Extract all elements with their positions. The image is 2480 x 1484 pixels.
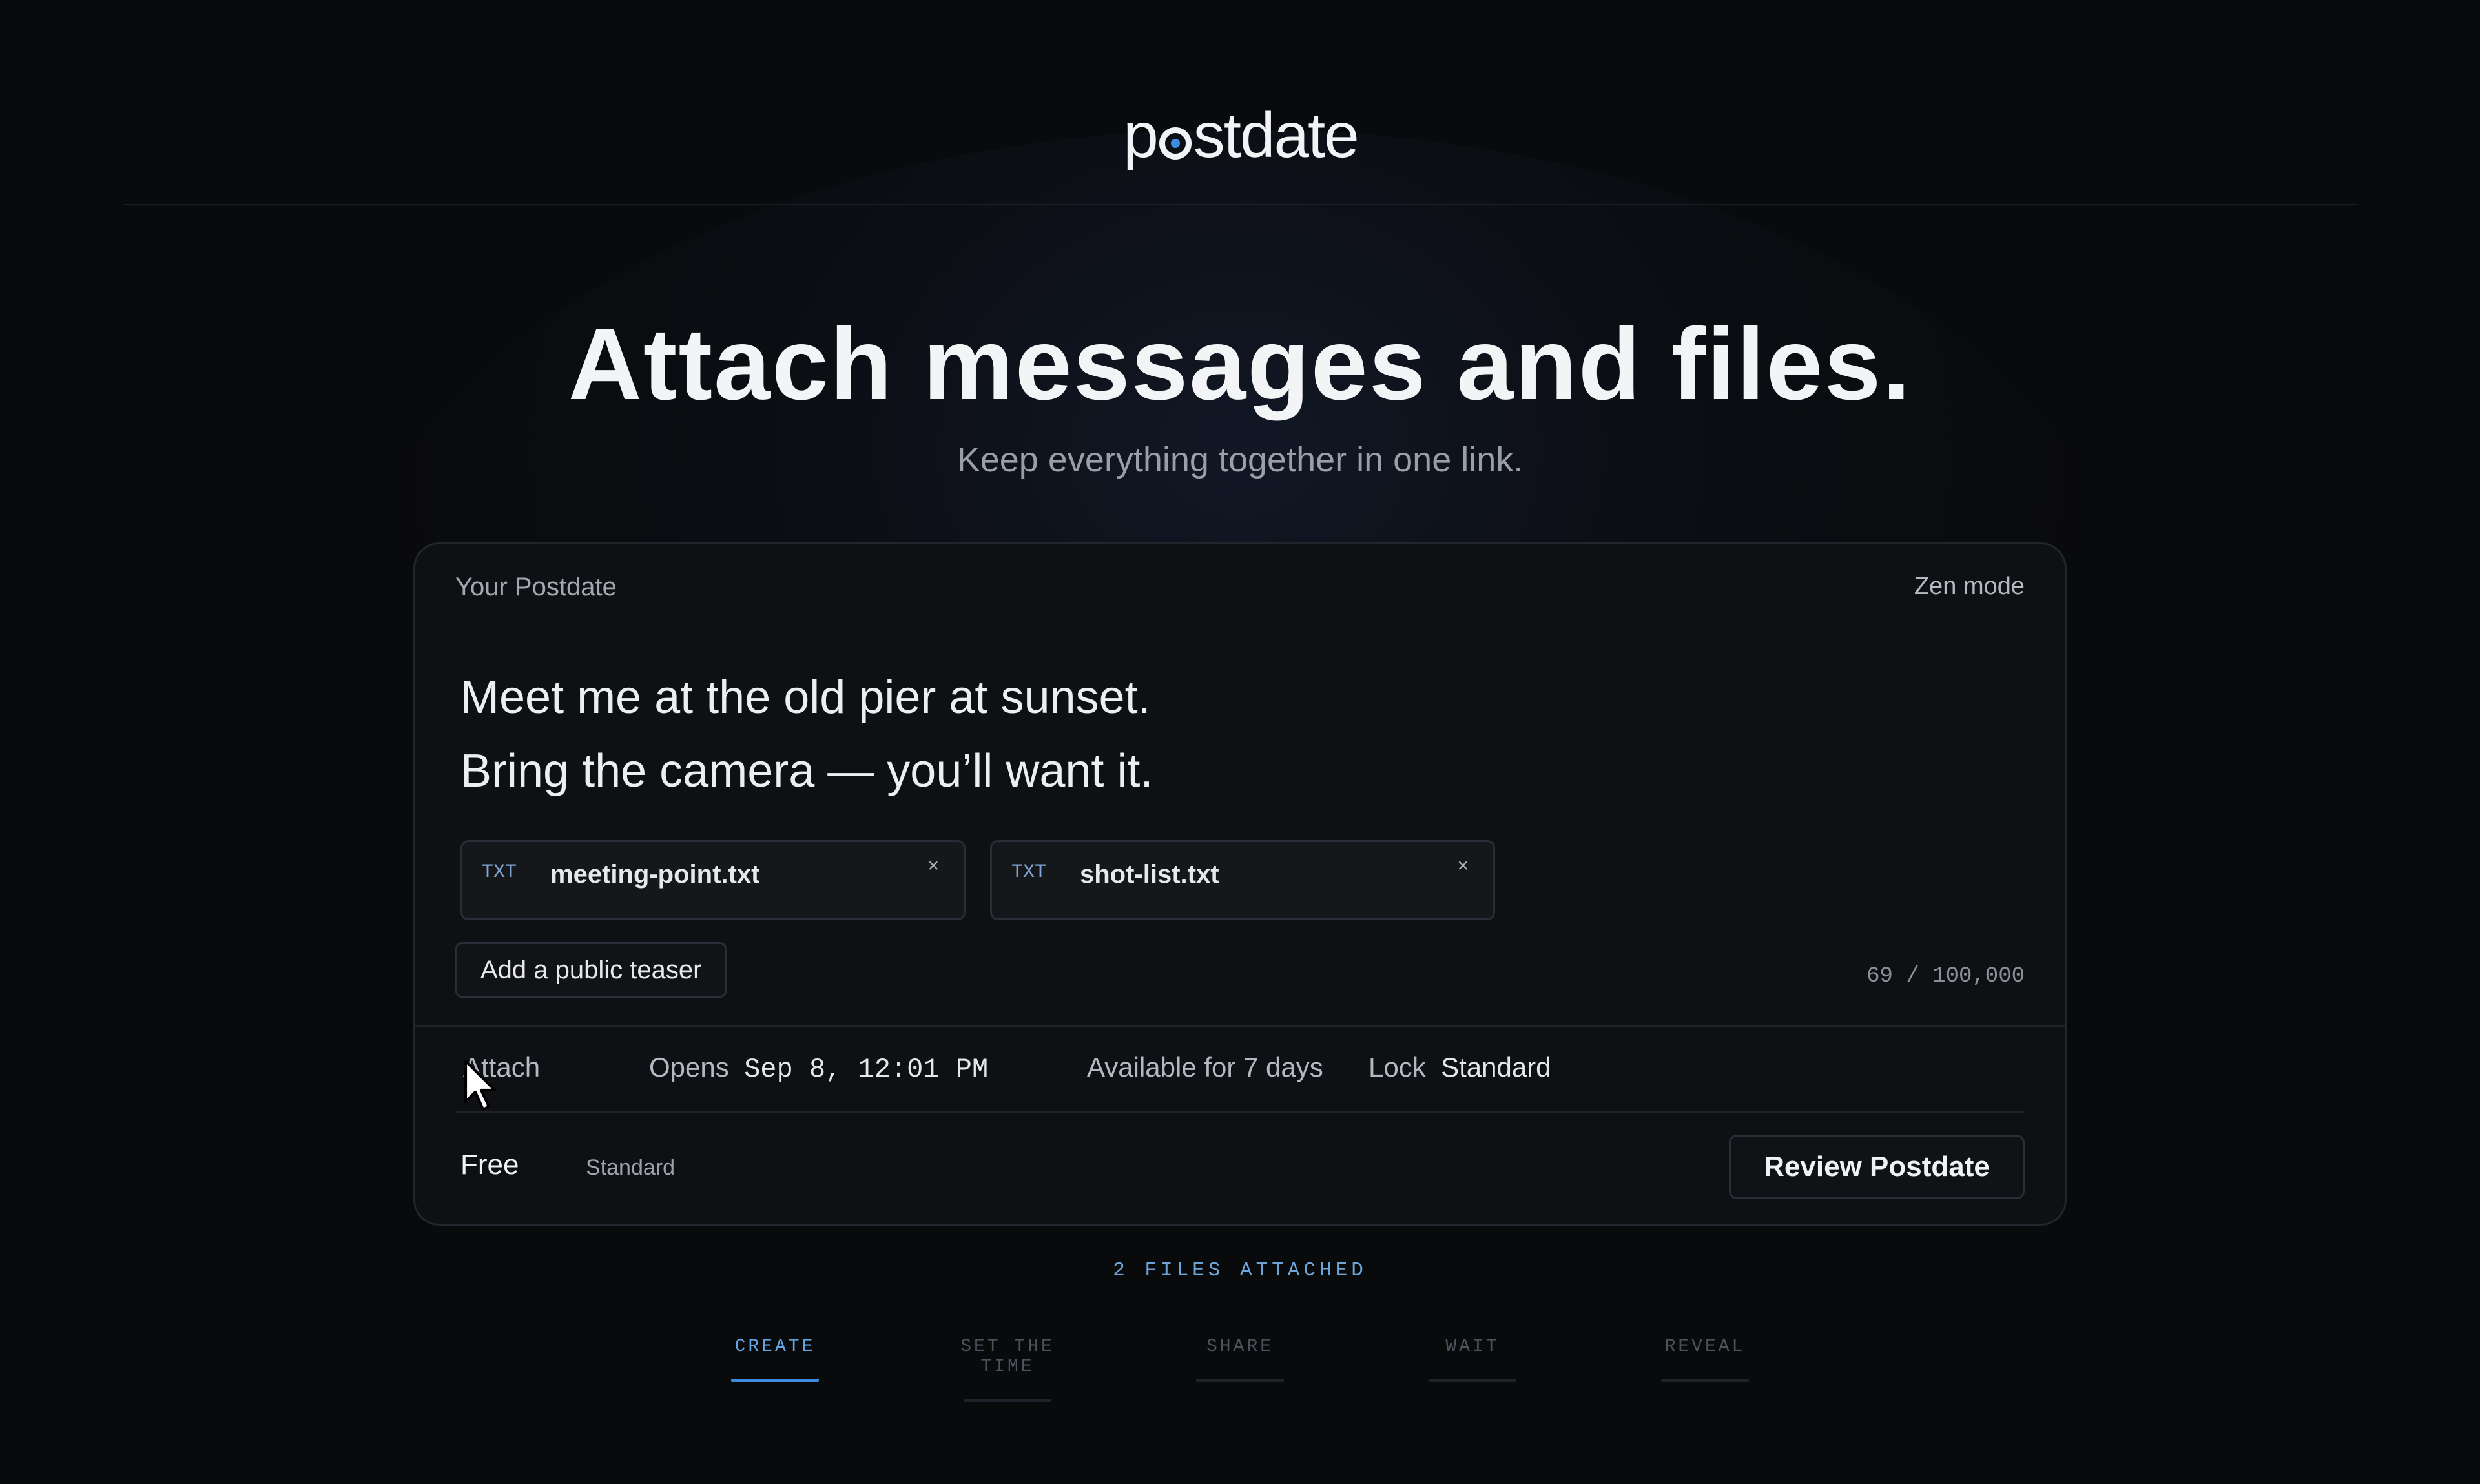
page-title: Attach messages and files. (568, 307, 1912, 421)
attached-file-chip[interactable]: TXT meeting-point.txt × (460, 840, 966, 920)
message-editor[interactable]: Meet me at the old pier at sunset. Bring… (460, 661, 1153, 808)
step-indicator (1196, 1379, 1284, 1382)
add-public-teaser-button[interactable]: Add a public teaser (455, 942, 727, 998)
progress-steps: CREATE SET THE TIME SHARE WAIT REVEAL (0, 1337, 2480, 1402)
remove-file-close-icon[interactable]: × (1457, 855, 1469, 877)
card-footer: Free Standard Review Postdate (455, 1126, 2025, 1203)
message-line: Meet me at the old pier at sunset. (460, 672, 1151, 723)
mouse-pointer-icon (464, 1059, 497, 1111)
message-line: Bring the camera — you’ll want it. (460, 745, 1153, 797)
file-name: meeting-point.txt (550, 860, 760, 889)
divider (415, 1025, 2065, 1027)
step-label: CREATE (734, 1337, 816, 1357)
postdate-composer-card: Your Postdate Zen mode Meet me at the ol… (413, 542, 2067, 1226)
step-label: SHARE (1206, 1337, 1274, 1357)
step-indicator (1429, 1379, 1516, 1382)
step-create[interactable]: CREATE (698, 1337, 852, 1382)
step-wait[interactable]: WAIT (1395, 1337, 1550, 1382)
lock-value: Standard (1441, 1052, 1551, 1082)
logo-suffix: stdate (1193, 99, 1359, 170)
step-share[interactable]: SHARE (1162, 1337, 1318, 1382)
opens-time-picker[interactable]: Opens Sep 8, 12:01 PM (649, 1052, 988, 1085)
zen-mode-button[interactable]: Zen mode (1914, 573, 2025, 601)
card-label: Your Postdate (455, 573, 617, 601)
step-reveal[interactable]: REVEAL (1628, 1337, 1782, 1382)
plan-name: Free (460, 1149, 519, 1180)
logo-prefix: p (1123, 99, 1158, 170)
lock-label: Lock (1369, 1052, 1426, 1082)
lock-selector[interactable]: Lock Standard (1369, 1052, 1551, 1083)
step-label: WAIT (1445, 1337, 1500, 1357)
review-postdate-button[interactable]: Review Postdate (1729, 1135, 2025, 1199)
character-counter: 69 / 100,000 (1866, 964, 2025, 989)
step-label: REVEAL (1664, 1337, 1746, 1357)
step-indicator (1661, 1379, 1749, 1382)
file-name: shot-list.txt (1080, 860, 1219, 889)
step-indicator (731, 1379, 819, 1382)
postdate-logo[interactable]: p stdate (124, 103, 2357, 167)
file-type-badge: TXT (482, 861, 517, 883)
composer-toolbar: Attach Opens Sep 8, 12:01 PM Available f… (455, 1027, 2025, 1113)
step-set-the-time[interactable]: SET THE TIME (930, 1337, 1085, 1402)
plan-tier: Standard (586, 1155, 675, 1180)
files-attached-status: 2 FILES ATTACHED (1113, 1259, 1367, 1282)
logo-clock-icon (1159, 127, 1192, 160)
top-header: p stdate (124, 0, 2357, 205)
opens-value: Sep 8, 12:01 PM (744, 1054, 989, 1085)
step-label: SET THE TIME (960, 1337, 1055, 1377)
attached-file-chip[interactable]: TXT shot-list.txt × (990, 840, 1495, 920)
step-indicator (964, 1399, 1051, 1402)
file-type-badge: TXT (1011, 861, 1047, 883)
availability-selector[interactable]: Available for 7 days (1087, 1052, 1323, 1083)
remove-file-close-icon[interactable]: × (927, 855, 939, 877)
page-subtitle: Keep everything together in one link. (956, 440, 1524, 479)
opens-label: Opens (649, 1052, 729, 1082)
